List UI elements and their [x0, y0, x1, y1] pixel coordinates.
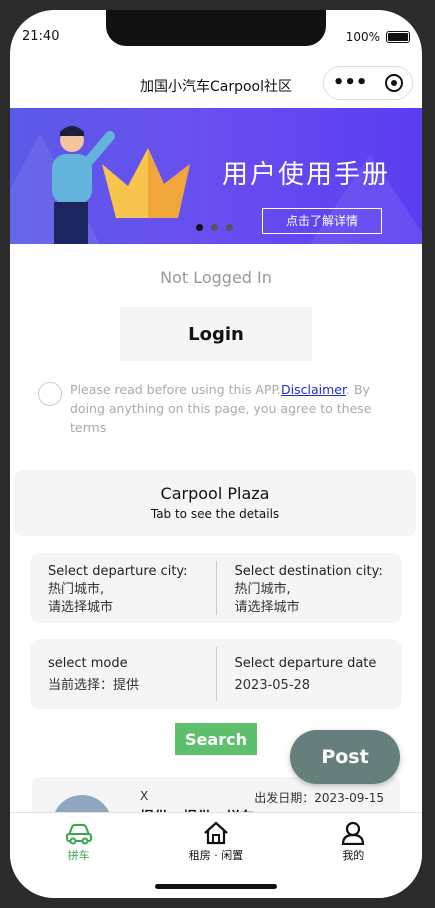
- search-button[interactable]: Search: [175, 723, 257, 755]
- departure-choose: 请选择城市: [48, 600, 114, 615]
- mode-picker[interactable]: select mode 当前选择：提供: [30, 639, 216, 709]
- tab-label: 我的: [342, 849, 365, 862]
- tab-label: 租房 · 闲置: [188, 849, 244, 862]
- login-button[interactable]: Login: [120, 307, 312, 361]
- close-target-icon[interactable]: [385, 74, 404, 92]
- house-icon: [204, 821, 228, 845]
- disclaimer-link[interactable]: Disclaimer: [281, 382, 346, 397]
- nav-bar: 加国小汽车Carpool社区 •••: [10, 64, 422, 108]
- pager-dot[interactable]: [226, 224, 233, 231]
- date-label: Select departure date: [234, 656, 377, 671]
- battery-icon: [386, 31, 410, 43]
- mode-date-card: select mode 当前选择：提供 Select departure dat…: [30, 639, 402, 709]
- plaza-title: Carpool Plaza: [160, 484, 270, 503]
- mode-value: 当前选择：提供: [48, 678, 140, 693]
- person-icon: [342, 821, 365, 845]
- carpool-plaza-card[interactable]: Carpool Plaza Tab to see the details: [14, 470, 416, 536]
- plaza-subtitle: Tab to see the details: [150, 507, 280, 521]
- mode-label: select mode: [48, 656, 128, 671]
- banner-pager[interactable]: [196, 224, 233, 231]
- pager-dot[interactable]: [211, 224, 218, 231]
- tab-carpool[interactable]: 拼车: [10, 813, 147, 898]
- agree-checkbox[interactable]: [38, 382, 62, 406]
- date-value: 2023-05-28: [234, 678, 311, 693]
- date-picker[interactable]: Select departure date 2023-05-28: [217, 639, 403, 709]
- departure-hot: 热门城市,: [48, 582, 105, 597]
- list-date: 出发日期：2023-09-15: [254, 791, 384, 805]
- destination-hot: 热门城市,: [234, 582, 291, 597]
- list-mode: X: [140, 789, 149, 803]
- route-card: Select departure city: 热门城市, 请选择城市 Selec…: [30, 553, 402, 623]
- pager-dot[interactable]: [196, 224, 203, 231]
- car-icon: [65, 824, 92, 845]
- phone-screen: 21:40 100% 加国小汽车Carpool社区 ••• 用户使用手册 点击了…: [10, 10, 422, 898]
- tab-mine[interactable]: 我的: [285, 813, 422, 898]
- destination-label: Select destination city:: [234, 564, 383, 579]
- disclaimer-prefix: Please read before using this APP.: [70, 382, 282, 397]
- crown-illustration-icon: [102, 148, 190, 218]
- login-status: Not Logged In: [160, 268, 272, 287]
- home-indicator: [155, 884, 277, 889]
- disclaimer-text: Please read before using this APP.Discla…: [70, 380, 378, 437]
- departure-label: Select departure city:: [48, 564, 188, 579]
- banner-title: 用户使用手册: [222, 160, 391, 190]
- destination-city-picker[interactable]: Select destination city: 热门城市, 请选择城市: [217, 553, 403, 623]
- battery-percent: 100%: [345, 30, 380, 44]
- more-icon[interactable]: •••: [333, 74, 368, 92]
- post-button[interactable]: Post: [290, 730, 400, 784]
- destination-choose: 请选择城市: [234, 600, 300, 615]
- disclaimer: Please read before using this APP.Discla…: [38, 380, 378, 437]
- mini-program-capsule: •••: [323, 66, 413, 100]
- notch: [106, 10, 326, 46]
- tab-label: 拼车: [67, 849, 90, 862]
- status-battery: 100%: [346, 30, 410, 44]
- status-time: 21:40: [22, 29, 60, 44]
- banner-details-button[interactable]: 点击了解详情: [262, 208, 382, 234]
- departure-city-picker[interactable]: Select departure city: 热门城市, 请选择城市: [30, 553, 216, 623]
